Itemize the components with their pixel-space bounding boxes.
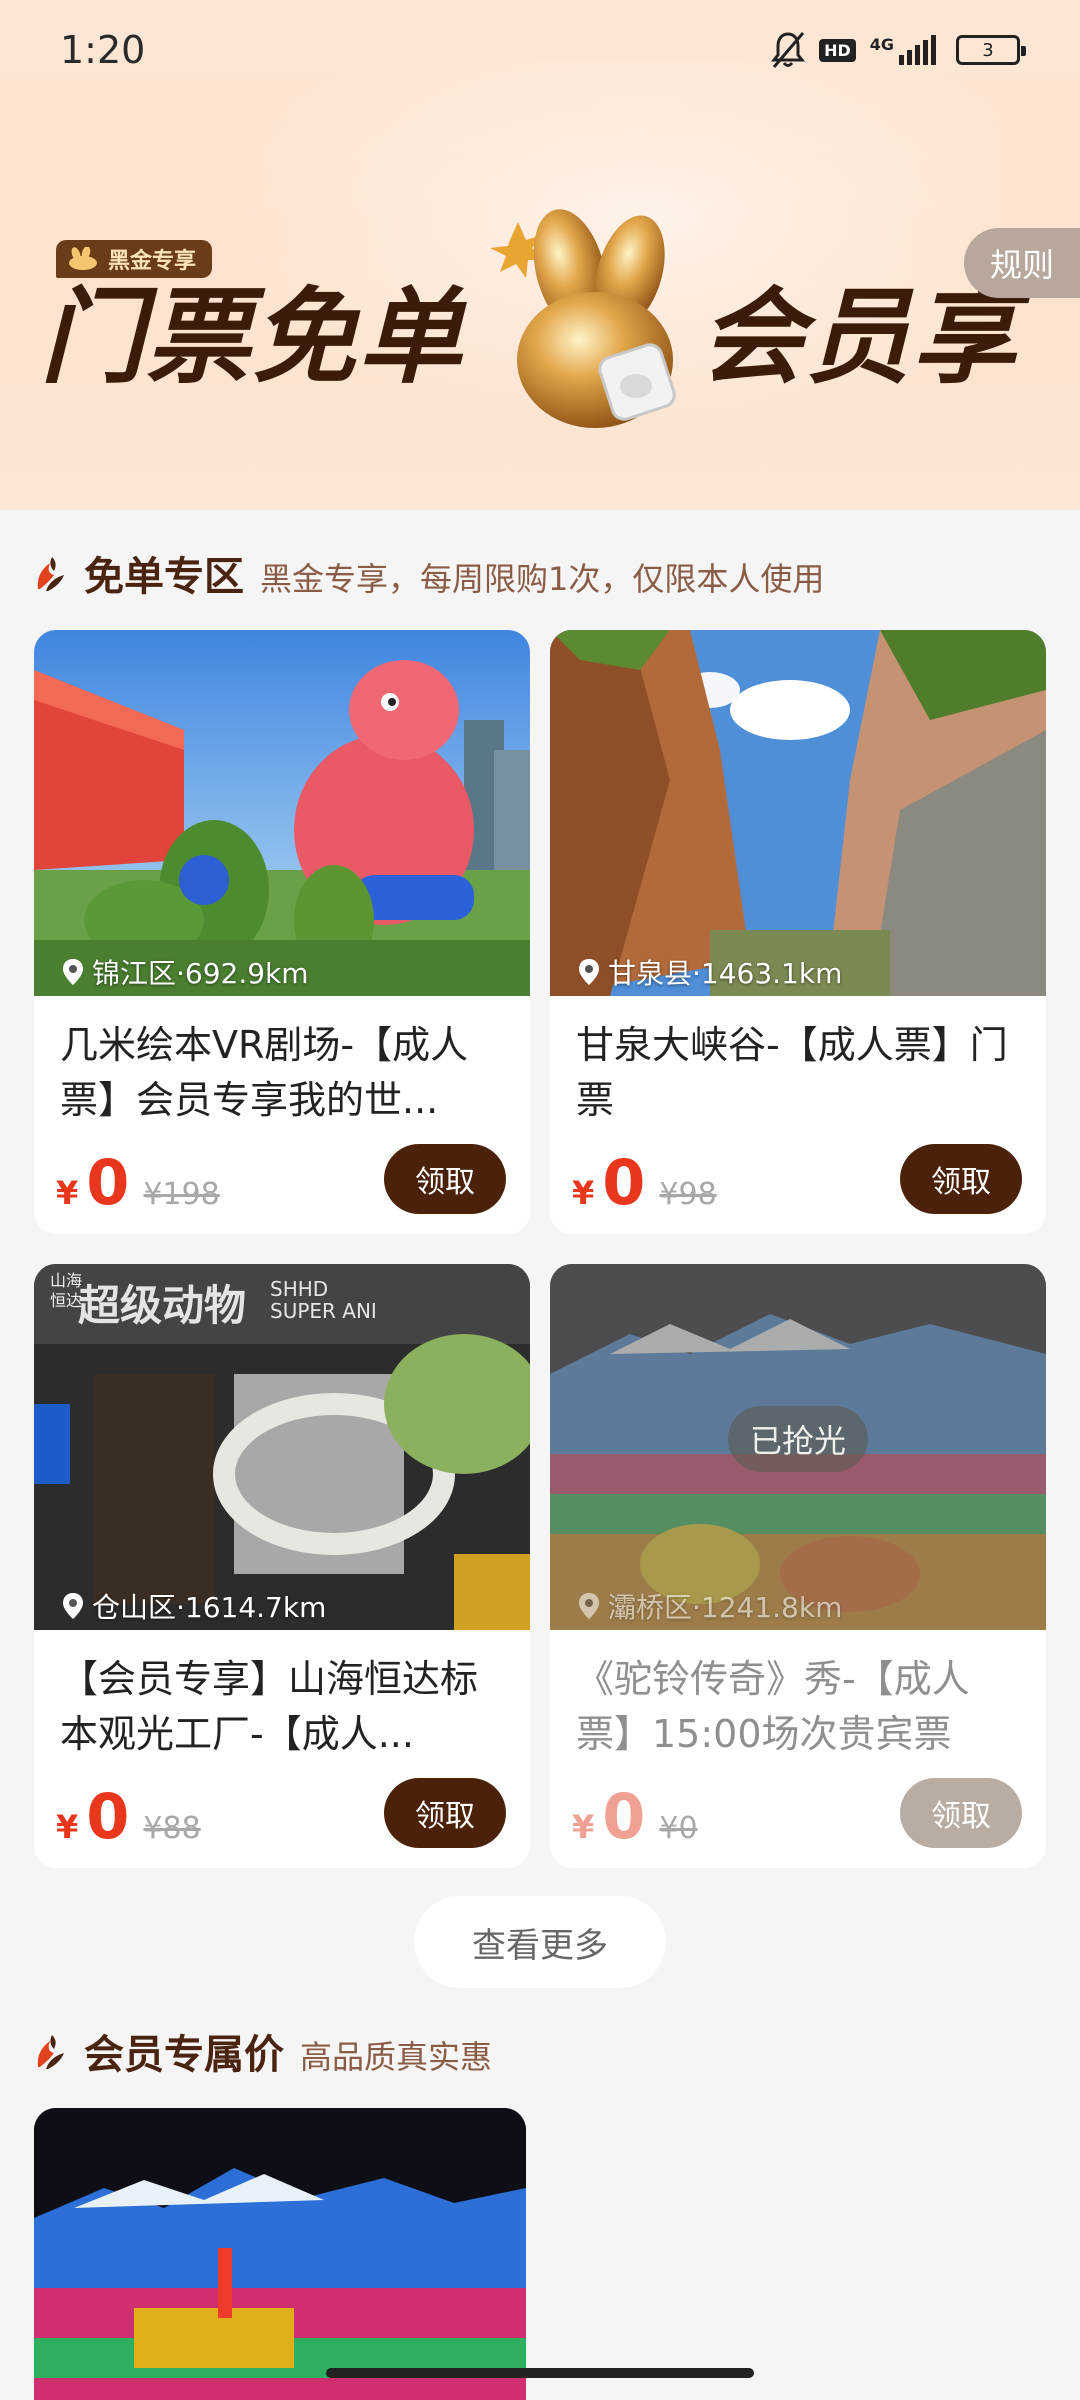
hd-badge: HD bbox=[819, 38, 856, 62]
battery-icon: 3 bbox=[956, 35, 1026, 65]
ticket-card[interactable]: 山海 恒达 超级动物 SHHD SUPER ANI 仓山区·1614.7km 【… bbox=[34, 1264, 530, 1868]
ticket-card[interactable]: 锦江区·692.9km 几米绘本VR剧场-【成人票】会员专享我的世... ¥ 0… bbox=[34, 630, 530, 1234]
ticket-title: 【会员专享】山海恒达标本观光工厂-【成人... bbox=[60, 1657, 479, 1756]
battery-level: 3 bbox=[982, 39, 994, 61]
original-price: ¥0 bbox=[659, 1811, 698, 1846]
location-pin-icon bbox=[63, 1593, 83, 1619]
location-label: 甘泉县·1463.1km bbox=[578, 952, 842, 992]
location-text: 仓山区·1614.7km bbox=[92, 1591, 327, 1624]
claim-button[interactable]: 领取 bbox=[384, 1778, 506, 1848]
original-price: ¥88 bbox=[143, 1811, 201, 1846]
rules-button[interactable]: 规则 bbox=[964, 228, 1080, 298]
member-zone-subtitle: 高品质真实惠 bbox=[300, 2038, 493, 2076]
location-text: 甘泉县·1463.1km bbox=[608, 957, 843, 990]
sold-out-badge: 已抢光 bbox=[728, 1406, 868, 1472]
flame-logo-icon bbox=[37, 2035, 64, 2069]
ticket-title: 几米绘本VR剧场-【成人票】会员专享我的世... bbox=[60, 1023, 469, 1122]
free-zone-subtitle: 黑金专享，每周限购1次，仅限本人使用 bbox=[260, 560, 825, 598]
original-price: ¥198 bbox=[143, 1177, 220, 1212]
golden-rabbit-mascot-icon bbox=[490, 209, 676, 428]
hero-title-left: 门票免单 bbox=[40, 276, 465, 398]
free-zone-title: 免单专区 bbox=[84, 554, 244, 600]
ticket-title: 甘泉大峡谷-【成人票】门票 bbox=[576, 1023, 1008, 1122]
ticket-image: 锦江区·692.9km bbox=[34, 630, 530, 996]
vip-tag-label: 黑金专享 bbox=[108, 249, 197, 274]
location-pin-icon bbox=[579, 959, 599, 985]
price-row: ¥ 0 ¥0 bbox=[572, 1786, 698, 1848]
ticket-image: 山海 恒达 超级动物 SHHD SUPER ANI 仓山区·1614.7km bbox=[34, 1264, 530, 1630]
ticket-card[interactable]: 甘泉县·1463.1km 甘泉大峡谷-【成人票】门票 ¥ 0 ¥98 领取 bbox=[550, 630, 1046, 1234]
storefront-sign: 超级动物 bbox=[78, 1281, 247, 1330]
current-price: 0 bbox=[86, 1780, 130, 1853]
member-zone-title: 会员专属价 bbox=[84, 2032, 284, 2078]
vip-tag: 黑金专享 bbox=[56, 240, 213, 278]
view-more-button[interactable]: 查看更多 bbox=[414, 1896, 666, 1988]
currency-symbol: ¥ bbox=[56, 1808, 79, 1846]
claim-button[interactable]: 领取 bbox=[900, 1144, 1022, 1214]
current-price: 0 bbox=[602, 1780, 646, 1853]
status-icons: HD 4G 3 bbox=[771, 31, 1026, 69]
notification-muted-icon bbox=[771, 32, 806, 68]
status-time: 1:20 bbox=[60, 28, 146, 72]
claim-button[interactable]: 领取 bbox=[384, 1144, 506, 1214]
network-type: 4G bbox=[869, 35, 894, 54]
status-bar: 1:20 HD 4G 3 bbox=[0, 0, 1080, 100]
canyon-photo bbox=[550, 630, 1046, 996]
claim-button-disabled[interactable]: 领取 bbox=[900, 1778, 1022, 1848]
location-label: 仓山区·1614.7km bbox=[62, 1586, 326, 1626]
storefront-sign-en: SHHD SUPER ANI bbox=[270, 1277, 377, 1323]
location-pin-icon bbox=[63, 959, 83, 985]
ticket-title: 《驼铃传奇》秀-【成人票】15:00场次贵宾票 bbox=[576, 1657, 970, 1756]
original-price: ¥98 bbox=[659, 1177, 717, 1212]
price-row: ¥ 0 ¥198 bbox=[56, 1152, 220, 1214]
ticket-image: 甘泉县·1463.1km bbox=[550, 630, 1046, 996]
hero-title-right: 会员享 bbox=[700, 276, 1019, 398]
location-text: 灞桥区·1241.8km bbox=[608, 1591, 843, 1624]
ticket-image: 已抢光 灞桥区·1241.8km bbox=[550, 1264, 1046, 1630]
ticket-card-sold-out[interactable]: 已抢光 灞桥区·1241.8km 《驼铃传奇》秀-【成人票】15:00场次贵宾票… bbox=[550, 1264, 1046, 1868]
location-label: 锦江区·692.9km bbox=[62, 952, 309, 992]
free-zone-header: 免单专区 黑金专享，每周限购1次，仅限本人使用 bbox=[34, 544, 824, 602]
rabbit-logo-icon bbox=[69, 247, 97, 270]
price-row: ¥ 0 ¥88 bbox=[56, 1786, 201, 1848]
home-indicator[interactable] bbox=[326, 2368, 754, 2378]
current-price: 0 bbox=[602, 1146, 646, 1219]
theater-photo bbox=[34, 630, 530, 996]
currency-symbol: ¥ bbox=[572, 1808, 595, 1846]
location-pin-icon bbox=[579, 1593, 599, 1619]
price-row: ¥ 0 ¥98 bbox=[572, 1152, 717, 1214]
current-price: 0 bbox=[86, 1146, 130, 1219]
member-show-photo bbox=[34, 2108, 526, 2400]
member-zone-header: 会员专属价 高品质真实惠 bbox=[34, 2022, 492, 2080]
location-text: 锦江区·692.9km bbox=[92, 957, 309, 990]
flame-logo-icon bbox=[37, 557, 64, 591]
member-price-card[interactable] bbox=[34, 2108, 526, 2400]
currency-symbol: ¥ bbox=[572, 1174, 595, 1212]
currency-symbol: ¥ bbox=[56, 1174, 79, 1212]
cellular-signal-icon: 4G bbox=[870, 35, 936, 65]
location-label: 灞桥区·1241.8km bbox=[578, 1586, 842, 1626]
